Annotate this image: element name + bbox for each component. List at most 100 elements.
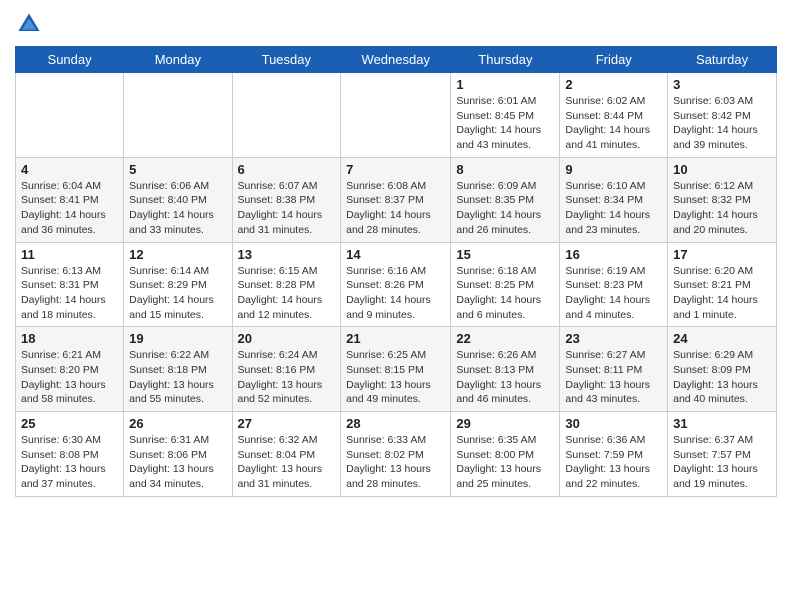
day-header-sunday: Sunday [16, 47, 124, 73]
logo-icon [15, 10, 43, 38]
day-number: 27 [238, 416, 336, 431]
calendar-cell: 22 Sunrise: 6:26 AMSunset: 8:13 PMDaylig… [451, 327, 560, 412]
week-row-3: 11 Sunrise: 6:13 AMSunset: 8:31 PMDaylig… [16, 242, 777, 327]
calendar-cell [124, 73, 232, 158]
day-number: 18 [21, 331, 118, 346]
day-info: Sunrise: 6:03 AMSunset: 8:42 PMDaylight:… [673, 94, 771, 153]
day-info: Sunrise: 6:21 AMSunset: 8:20 PMDaylight:… [21, 348, 118, 407]
day-number: 20 [238, 331, 336, 346]
week-row-1: 1 Sunrise: 6:01 AMSunset: 8:45 PMDayligh… [16, 73, 777, 158]
day-info: Sunrise: 6:26 AMSunset: 8:13 PMDaylight:… [456, 348, 554, 407]
calendar-cell: 27 Sunrise: 6:32 AMSunset: 8:04 PMDaylig… [232, 412, 341, 497]
day-info: Sunrise: 6:10 AMSunset: 8:34 PMDaylight:… [565, 179, 662, 238]
day-info: Sunrise: 6:15 AMSunset: 8:28 PMDaylight:… [238, 264, 336, 323]
calendar-cell: 28 Sunrise: 6:33 AMSunset: 8:02 PMDaylig… [341, 412, 451, 497]
calendar-cell: 2 Sunrise: 6:02 AMSunset: 8:44 PMDayligh… [560, 73, 668, 158]
day-header-tuesday: Tuesday [232, 47, 341, 73]
day-number: 23 [565, 331, 662, 346]
calendar-cell: 13 Sunrise: 6:15 AMSunset: 8:28 PMDaylig… [232, 242, 341, 327]
day-number: 17 [673, 247, 771, 262]
day-header-friday: Friday [560, 47, 668, 73]
calendar-cell: 14 Sunrise: 6:16 AMSunset: 8:26 PMDaylig… [341, 242, 451, 327]
calendar-table: SundayMondayTuesdayWednesdayThursdayFrid… [15, 46, 777, 497]
calendar-cell: 1 Sunrise: 6:01 AMSunset: 8:45 PMDayligh… [451, 73, 560, 158]
day-number: 2 [565, 77, 662, 92]
calendar-cell: 24 Sunrise: 6:29 AMSunset: 8:09 PMDaylig… [668, 327, 777, 412]
day-number: 12 [129, 247, 226, 262]
day-info: Sunrise: 6:01 AMSunset: 8:45 PMDaylight:… [456, 94, 554, 153]
day-number: 24 [673, 331, 771, 346]
day-number: 13 [238, 247, 336, 262]
day-header-thursday: Thursday [451, 47, 560, 73]
day-info: Sunrise: 6:06 AMSunset: 8:40 PMDaylight:… [129, 179, 226, 238]
day-number: 6 [238, 162, 336, 177]
day-info: Sunrise: 6:27 AMSunset: 8:11 PMDaylight:… [565, 348, 662, 407]
day-info: Sunrise: 6:22 AMSunset: 8:18 PMDaylight:… [129, 348, 226, 407]
day-number: 11 [21, 247, 118, 262]
day-number: 10 [673, 162, 771, 177]
day-number: 31 [673, 416, 771, 431]
day-number: 30 [565, 416, 662, 431]
calendar-cell: 25 Sunrise: 6:30 AMSunset: 8:08 PMDaylig… [16, 412, 124, 497]
calendar-cell: 30 Sunrise: 6:36 AMSunset: 7:59 PMDaylig… [560, 412, 668, 497]
day-info: Sunrise: 6:36 AMSunset: 7:59 PMDaylight:… [565, 433, 662, 492]
calendar-cell: 31 Sunrise: 6:37 AMSunset: 7:57 PMDaylig… [668, 412, 777, 497]
logo [15, 10, 47, 38]
day-info: Sunrise: 6:12 AMSunset: 8:32 PMDaylight:… [673, 179, 771, 238]
days-row: SundayMondayTuesdayWednesdayThursdayFrid… [16, 47, 777, 73]
day-info: Sunrise: 6:32 AMSunset: 8:04 PMDaylight:… [238, 433, 336, 492]
day-info: Sunrise: 6:25 AMSunset: 8:15 PMDaylight:… [346, 348, 445, 407]
day-number: 15 [456, 247, 554, 262]
calendar-header: SundayMondayTuesdayWednesdayThursdayFrid… [16, 47, 777, 73]
day-number: 16 [565, 247, 662, 262]
day-info: Sunrise: 6:37 AMSunset: 7:57 PMDaylight:… [673, 433, 771, 492]
day-info: Sunrise: 6:18 AMSunset: 8:25 PMDaylight:… [456, 264, 554, 323]
day-number: 14 [346, 247, 445, 262]
day-info: Sunrise: 6:08 AMSunset: 8:37 PMDaylight:… [346, 179, 445, 238]
calendar-cell: 21 Sunrise: 6:25 AMSunset: 8:15 PMDaylig… [341, 327, 451, 412]
calendar-cell: 7 Sunrise: 6:08 AMSunset: 8:37 PMDayligh… [341, 157, 451, 242]
day-info: Sunrise: 6:14 AMSunset: 8:29 PMDaylight:… [129, 264, 226, 323]
calendar-cell: 3 Sunrise: 6:03 AMSunset: 8:42 PMDayligh… [668, 73, 777, 158]
calendar-cell: 9 Sunrise: 6:10 AMSunset: 8:34 PMDayligh… [560, 157, 668, 242]
day-info: Sunrise: 6:02 AMSunset: 8:44 PMDaylight:… [565, 94, 662, 153]
calendar-cell: 26 Sunrise: 6:31 AMSunset: 8:06 PMDaylig… [124, 412, 232, 497]
day-number: 19 [129, 331, 226, 346]
calendar-cell: 29 Sunrise: 6:35 AMSunset: 8:00 PMDaylig… [451, 412, 560, 497]
day-number: 9 [565, 162, 662, 177]
day-number: 1 [456, 77, 554, 92]
day-info: Sunrise: 6:07 AMSunset: 8:38 PMDaylight:… [238, 179, 336, 238]
week-row-2: 4 Sunrise: 6:04 AMSunset: 8:41 PMDayligh… [16, 157, 777, 242]
calendar-cell: 4 Sunrise: 6:04 AMSunset: 8:41 PMDayligh… [16, 157, 124, 242]
day-info: Sunrise: 6:13 AMSunset: 8:31 PMDaylight:… [21, 264, 118, 323]
calendar-cell: 18 Sunrise: 6:21 AMSunset: 8:20 PMDaylig… [16, 327, 124, 412]
calendar-cell: 16 Sunrise: 6:19 AMSunset: 8:23 PMDaylig… [560, 242, 668, 327]
day-number: 28 [346, 416, 445, 431]
calendar-body: 1 Sunrise: 6:01 AMSunset: 8:45 PMDayligh… [16, 73, 777, 497]
day-info: Sunrise: 6:04 AMSunset: 8:41 PMDaylight:… [21, 179, 118, 238]
day-number: 22 [456, 331, 554, 346]
day-number: 3 [673, 77, 771, 92]
calendar-cell: 10 Sunrise: 6:12 AMSunset: 8:32 PMDaylig… [668, 157, 777, 242]
day-info: Sunrise: 6:31 AMSunset: 8:06 PMDaylight:… [129, 433, 226, 492]
day-number: 26 [129, 416, 226, 431]
day-header-saturday: Saturday [668, 47, 777, 73]
calendar-cell: 11 Sunrise: 6:13 AMSunset: 8:31 PMDaylig… [16, 242, 124, 327]
day-number: 5 [129, 162, 226, 177]
day-number: 29 [456, 416, 554, 431]
day-info: Sunrise: 6:29 AMSunset: 8:09 PMDaylight:… [673, 348, 771, 407]
day-number: 4 [21, 162, 118, 177]
day-number: 7 [346, 162, 445, 177]
day-info: Sunrise: 6:16 AMSunset: 8:26 PMDaylight:… [346, 264, 445, 323]
day-info: Sunrise: 6:30 AMSunset: 8:08 PMDaylight:… [21, 433, 118, 492]
calendar-cell: 6 Sunrise: 6:07 AMSunset: 8:38 PMDayligh… [232, 157, 341, 242]
calendar-cell: 15 Sunrise: 6:18 AMSunset: 8:25 PMDaylig… [451, 242, 560, 327]
week-row-4: 18 Sunrise: 6:21 AMSunset: 8:20 PMDaylig… [16, 327, 777, 412]
day-info: Sunrise: 6:20 AMSunset: 8:21 PMDaylight:… [673, 264, 771, 323]
day-header-monday: Monday [124, 47, 232, 73]
calendar-cell [16, 73, 124, 158]
day-number: 8 [456, 162, 554, 177]
day-info: Sunrise: 6:19 AMSunset: 8:23 PMDaylight:… [565, 264, 662, 323]
calendar-cell: 5 Sunrise: 6:06 AMSunset: 8:40 PMDayligh… [124, 157, 232, 242]
main-container: SundayMondayTuesdayWednesdayThursdayFrid… [0, 0, 792, 507]
